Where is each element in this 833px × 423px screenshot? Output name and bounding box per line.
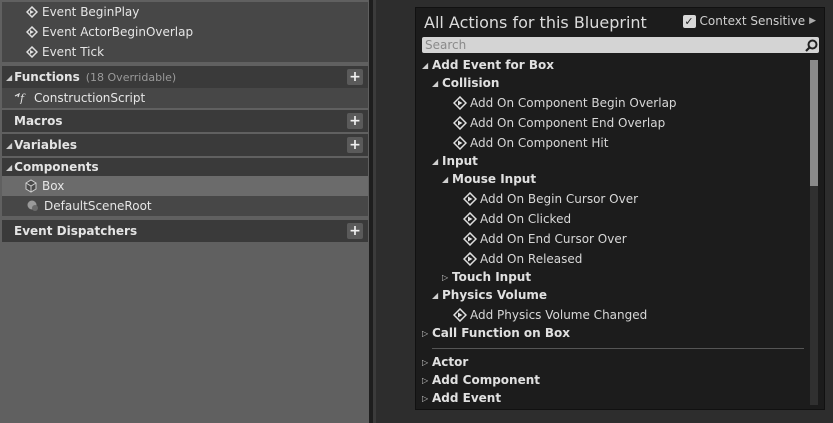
expanded-triangle-icon[interactable]: ◢ <box>432 157 442 166</box>
action-on-component-begin-overlap[interactable]: Add On Component Begin Overlap <box>453 94 677 112</box>
box-component-icon <box>25 179 37 193</box>
menu-title: All Actions for this Blueprint <box>424 13 647 32</box>
event-item-actorbeginoverlap[interactable]: Event ActorBeginOverlap <box>2 22 368 42</box>
event-node-icon <box>453 308 467 322</box>
event-label: Event ActorBeginOverlap <box>42 25 194 39</box>
component-item-defaultsceneroot[interactable]: DefaultSceneRoot <box>2 196 368 216</box>
event-node-icon <box>26 6 38 18</box>
function-label: ConstructionScript <box>34 91 146 105</box>
category-touch-input[interactable]: ▷ Touch Input <box>442 268 531 286</box>
expand-triangle-icon[interactable]: ◢ <box>6 163 12 172</box>
search-icon[interactable] <box>803 37 819 53</box>
chevron-right-icon[interactable]: ▶ <box>809 16 816 26</box>
function-icon: f <box>14 92 26 104</box>
category-call-function-on-box[interactable]: ▷ Call Function on Box <box>422 324 570 342</box>
event-node-icon <box>26 26 38 38</box>
function-item-constructionscript[interactable]: f ConstructionScript <box>2 88 368 108</box>
category-collision[interactable]: ◢ Collision <box>432 74 499 92</box>
my-blueprint-panel: Event BeginPlay Event ActorBeginOverlap … <box>0 0 369 423</box>
event-node-icon <box>453 96 467 110</box>
section-event-dispatchers[interactable]: Event Dispatchers + <box>2 220 368 242</box>
action-on-released[interactable]: Add On Released <box>463 250 582 268</box>
category-mouse-input[interactable]: ◢ Mouse Input <box>442 170 536 188</box>
add-function-button[interactable]: + <box>347 69 363 85</box>
menu-separator <box>432 348 804 349</box>
overridable-count: (18 Overridable) <box>85 70 177 84</box>
event-node-icon <box>463 212 477 226</box>
category-input[interactable]: ◢ Input <box>432 152 478 170</box>
add-event-dispatcher-button[interactable]: + <box>347 223 363 239</box>
section-label: Macros <box>14 114 63 128</box>
add-macro-button[interactable]: + <box>347 113 363 129</box>
action-physics-volume-changed[interactable]: Add Physics Volume Changed <box>453 306 647 324</box>
action-on-component-hit[interactable]: Add On Component Hit <box>453 134 608 152</box>
event-node-icon <box>453 136 467 150</box>
add-variable-button[interactable]: + <box>347 137 363 153</box>
section-label: Variables <box>14 138 77 152</box>
event-node-icon <box>463 232 477 246</box>
collapsed-triangle-icon[interactable]: ▷ <box>442 273 452 282</box>
event-item-tick[interactable]: Event Tick <box>2 42 368 62</box>
event-label: Event Tick <box>42 45 105 59</box>
component-item-box[interactable]: Box <box>2 176 368 196</box>
action-on-end-cursor-over[interactable]: Add On End Cursor Over <box>463 230 627 248</box>
context-sensitive-label: Context Sensitive <box>699 14 806 28</box>
section-functions[interactable]: ◢ Functions (18 Overridable) + <box>2 66 368 88</box>
section-components[interactable]: ◢ Components <box>2 158 368 176</box>
context-sensitive-checkbox[interactable]: ✓ <box>682 14 696 28</box>
action-on-begin-cursor-over[interactable]: Add On Begin Cursor Over <box>463 190 638 208</box>
expanded-triangle-icon[interactable]: ◢ <box>422 61 432 70</box>
category-actor[interactable]: ▷ Actor <box>422 353 468 371</box>
expanded-triangle-icon[interactable]: ◢ <box>432 291 442 300</box>
all-actions-menu: All Actions for this Blueprint ✓ Context… <box>415 7 825 410</box>
event-node-icon <box>453 116 467 130</box>
collapsed-triangle-icon[interactable]: ▷ <box>422 358 432 367</box>
event-node-icon <box>26 46 38 58</box>
search-input[interactable] <box>422 37 803 53</box>
event-node-icon <box>463 192 477 206</box>
collapsed-triangle-icon[interactable]: ▷ <box>422 376 432 385</box>
section-label: Components <box>14 160 99 174</box>
expand-triangle-icon[interactable]: ◢ <box>6 141 12 150</box>
expand-triangle-icon[interactable]: ◢ <box>6 73 12 82</box>
component-label: Box <box>42 179 65 193</box>
event-node-icon <box>463 252 477 266</box>
component-label: DefaultSceneRoot <box>44 199 152 213</box>
scrollbar-thumb[interactable] <box>810 60 818 186</box>
actions-tree[interactable]: ◢ Add Event for Box ◢ Collision Add On Com… <box>422 56 804 406</box>
category-add-event[interactable]: ▷ Add Event <box>422 389 501 407</box>
section-variables[interactable]: ◢ Variables + <box>2 134 368 156</box>
collapsed-triangle-icon[interactable]: ▷ <box>422 329 432 338</box>
scene-root-icon <box>27 200 38 211</box>
expanded-triangle-icon[interactable]: ◢ <box>432 79 442 88</box>
vertical-scrollbar[interactable] <box>810 60 818 405</box>
category-add-component[interactable]: ▷ Add Component <box>422 371 540 389</box>
expanded-triangle-icon[interactable]: ◢ <box>442 175 452 184</box>
event-label: Event BeginPlay <box>42 5 140 19</box>
section-macros[interactable]: Macros + <box>2 110 368 132</box>
action-on-clicked[interactable]: Add On Clicked <box>463 210 571 228</box>
collapsed-triangle-icon[interactable]: ▷ <box>422 394 432 403</box>
category-add-event-for-box[interactable]: ◢ Add Event for Box <box>422 56 554 74</box>
section-label: Functions <box>14 70 80 84</box>
section-label: Event Dispatchers <box>14 224 138 238</box>
category-physics-volume[interactable]: ◢ Physics Volume <box>432 286 547 304</box>
search-box[interactable] <box>422 37 819 53</box>
context-sensitive-toggle[interactable]: ✓ Context Sensitive ▶ <box>682 14 816 28</box>
svg-text:f: f <box>19 92 26 104</box>
event-item-beginplay[interactable]: Event BeginPlay <box>2 2 368 22</box>
action-on-component-end-overlap[interactable]: Add On Component End Overlap <box>453 114 665 132</box>
